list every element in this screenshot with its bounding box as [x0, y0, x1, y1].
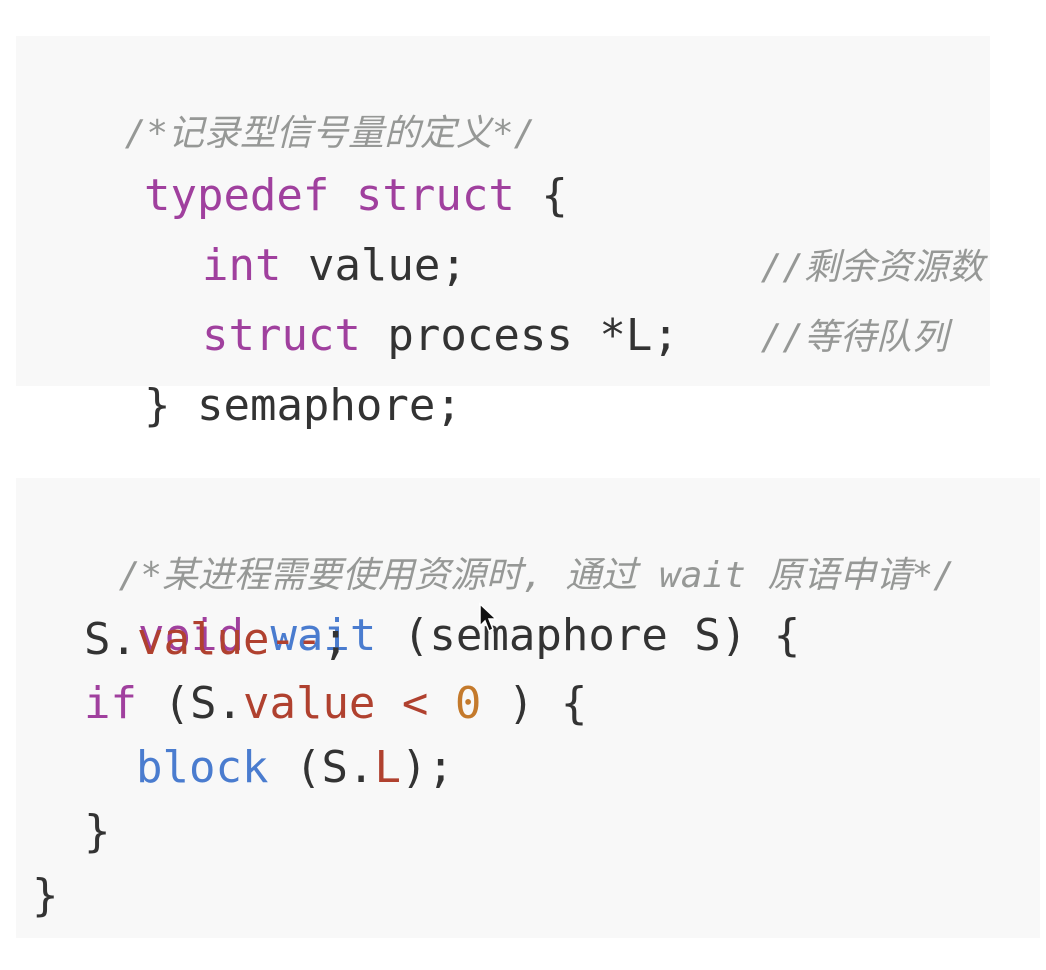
code-line-void-wait: void wait (semaphore S) {	[32, 546, 800, 661]
semicolon: ;	[322, 614, 349, 665]
code-line-semaphore-close: } semaphore;	[38, 316, 462, 431]
close-paren-brace: ) {	[507, 678, 588, 729]
property-value: value	[136, 614, 270, 665]
open-brace: {	[541, 170, 568, 221]
operator-less-than: <	[401, 678, 429, 729]
close-paren-semicolon: );	[400, 742, 454, 793]
function-name-block: block	[136, 742, 269, 793]
code-block-semaphore-definition: /*记录型信号量的定义*/ typedef struct { int value…	[16, 36, 990, 431]
comment-remaining-resources: //剩余资源数	[674, 178, 984, 288]
keyword-if: if	[84, 678, 137, 729]
open-brace: {	[773, 610, 801, 661]
code-line-struct-process: struct process *L;	[96, 246, 679, 361]
comment-waiting-queue: //等待队列	[674, 248, 948, 358]
comment-text: //等待队列	[760, 317, 949, 358]
close-brace: }	[143, 380, 171, 431]
code-line-decrement: S.value--;	[84, 610, 349, 670]
code-block-wait-function: /*某进程需要使用资源时, 通过 wait 原语申请*/ void wait (…	[16, 478, 1040, 938]
property-value: value	[242, 678, 376, 729]
open-paren-S: (S.	[294, 742, 375, 793]
code-line-typedef: typedef struct {	[38, 106, 568, 221]
property-L: L	[374, 742, 401, 793]
code-line-if-close: }	[84, 802, 111, 862]
operator-decrement: --	[269, 614, 323, 665]
code-line-function-close: }	[32, 866, 59, 926]
open-paren-S: (S.	[163, 678, 243, 729]
code-line-if: if (S.value < 0 ) {	[84, 674, 587, 734]
comment-semaphore-definition: /*记录型信号量的定义*/	[38, 44, 536, 154]
field-pointer-L: *L;	[599, 310, 679, 361]
parameter-list: (semaphore S)	[402, 610, 748, 661]
code-line-int-value: int value;	[96, 176, 467, 291]
code-line-block: block (S.L);	[136, 738, 454, 798]
number-zero: 0	[454, 678, 482, 729]
close-brace: }	[32, 870, 59, 921]
object-S: S.	[84, 614, 137, 665]
typedef-name-semaphore: semaphore;	[196, 380, 462, 431]
comment-wait-primitive: /*某进程需要使用资源时, 通过 wait 原语申请*/	[32, 486, 955, 596]
close-brace: }	[84, 806, 111, 857]
